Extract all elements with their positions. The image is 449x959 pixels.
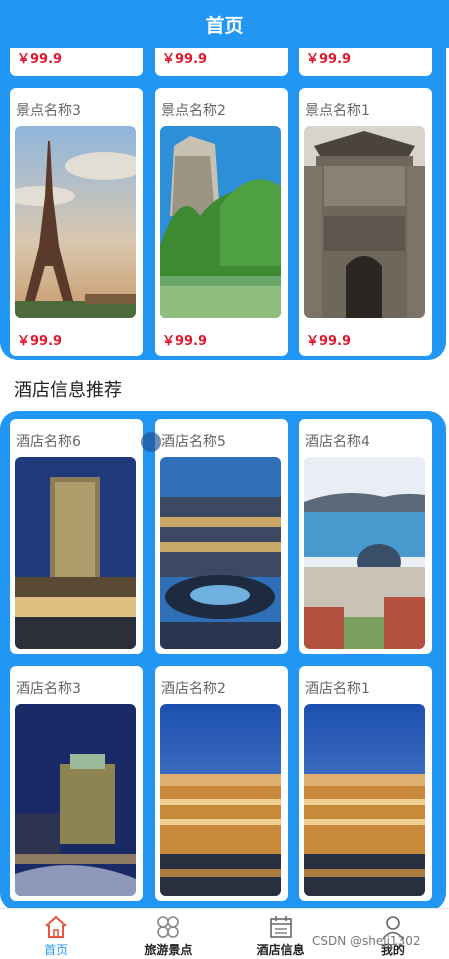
scenic-card[interactable]: ￥99.9 [299, 48, 432, 76]
scenic-card[interactable]: 景点名称3 ￥99.9 [10, 88, 143, 356]
hotel-card[interactable]: 酒店名称3 [10, 666, 143, 901]
scenic-photo-karst [160, 126, 281, 318]
scenic-card[interactable]: 景点名称2 ￥99.9 [155, 88, 288, 356]
scenic-panel: ￥99.9 ￥99.9 ￥99.9 景点名称3 ￥99.9 景点名称2 ￥99.… [0, 48, 446, 360]
home-icon [45, 915, 67, 938]
watermark: CSDN @shejj1302 [312, 934, 421, 948]
hotel-card[interactable]: 酒店名称2 [155, 666, 288, 901]
hotel-photo [15, 457, 136, 649]
hotel-photo [304, 457, 425, 649]
scenic-card[interactable]: ￥99.9 [155, 48, 288, 76]
tab-label: 酒店信息 [256, 943, 305, 957]
hotel-photo [304, 704, 425, 896]
hotel-name: 酒店名称2 [161, 681, 226, 697]
scenic-photo-gate [304, 126, 425, 318]
scroll-indicator [141, 432, 161, 452]
scenic-price: ￥99.9 [306, 334, 352, 349]
clover-icon [157, 916, 180, 938]
hotel-photo [160, 704, 281, 896]
hotel-panel: 酒店名称6 酒店名称5 酒店名称4 酒店名称3 酒店名称2 酒店名称1 [0, 411, 446, 908]
hotel-name: 酒店名称5 [161, 434, 226, 450]
tab-scenic[interactable]: 旅游景点 [112, 909, 224, 959]
scenic-photo-eiffel [15, 126, 136, 318]
scenic-card[interactable]: 景点名称1 ￥99.9 [299, 88, 432, 356]
page-title: 首页 [205, 14, 244, 37]
hotel-photo [15, 704, 136, 896]
hotel-card[interactable]: 酒店名称5 [155, 419, 288, 654]
hotel-photo [160, 457, 281, 649]
scenic-price: ￥99.9 [306, 52, 352, 67]
hotel-name: 酒店名称4 [305, 434, 370, 450]
scenic-price: ￥99.9 [162, 334, 208, 349]
scenic-card[interactable]: ￥99.9 [10, 48, 143, 76]
hotel-card[interactable]: 酒店名称6 [10, 419, 143, 654]
home-scroll-view[interactable]: ￥99.9 ￥99.9 ￥99.9 景点名称3 ￥99.9 景点名称2 ￥99.… [0, 48, 449, 908]
hotel-section-title: 酒店信息推荐 [14, 380, 122, 401]
scenic-price: ￥99.9 [162, 52, 208, 67]
app-header: 首页 [0, 0, 449, 48]
tab-home[interactable]: 首页 [0, 909, 112, 959]
scenic-price: ￥99.9 [17, 52, 63, 67]
scenic-name: 景点名称2 [161, 103, 226, 119]
calendar-icon [269, 916, 292, 938]
scenic-name: 景点名称3 [16, 103, 81, 119]
tab-label: 首页 [44, 943, 69, 957]
scenic-name: 景点名称1 [305, 103, 370, 119]
hotel-name: 酒店名称3 [16, 681, 81, 697]
hotel-name: 酒店名称6 [16, 434, 81, 450]
hotel-card[interactable]: 酒店名称1 [299, 666, 432, 901]
hotel-name: 酒店名称1 [305, 681, 370, 697]
scenic-price: ￥99.9 [17, 334, 63, 349]
hotel-card[interactable]: 酒店名称4 [299, 419, 432, 654]
tab-label: 旅游景点 [144, 943, 193, 957]
